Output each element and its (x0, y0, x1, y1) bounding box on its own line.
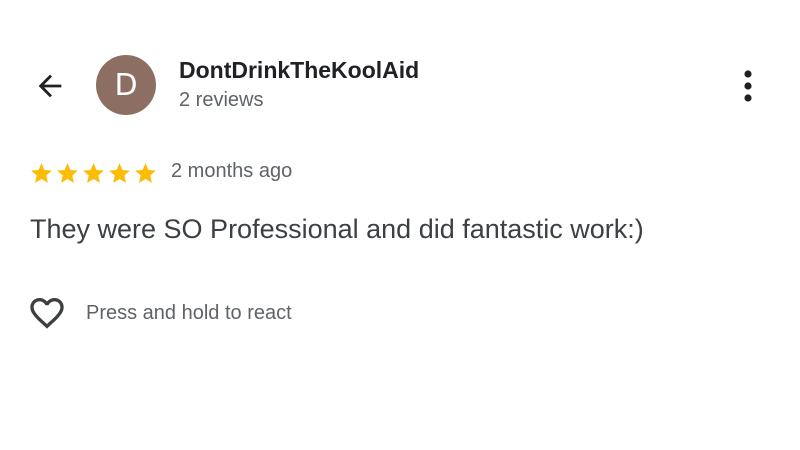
review-date: 2 months ago (171, 160, 293, 182)
more-vert-icon (744, 70, 752, 102)
react-label: Press and hold to react (86, 301, 292, 324)
reviewer-review-count: 2 reviews (179, 89, 264, 111)
reviewer-name[interactable]: DontDrinkTheKoolAid (179, 57, 419, 84)
star-icon (135, 162, 156, 183)
star-icon (83, 162, 104, 183)
star-icon (31, 162, 52, 183)
star-icon (109, 162, 130, 183)
back-button[interactable] (30, 66, 70, 106)
arrow-left-icon (38, 74, 62, 98)
review-detail-page: D DontDrinkTheKoolAid 2 reviews 2 months… (0, 0, 800, 450)
heart-outline-icon (30, 298, 64, 329)
review-text: They were SO Professional and did fantas… (30, 214, 644, 244)
avatar-letter: D (114, 67, 138, 103)
more-options-button[interactable] (728, 64, 768, 108)
star-icon (57, 162, 78, 183)
avatar[interactable]: D (96, 55, 156, 115)
star-rating (29, 160, 158, 186)
react-button[interactable]: Press and hold to react (26, 293, 292, 333)
